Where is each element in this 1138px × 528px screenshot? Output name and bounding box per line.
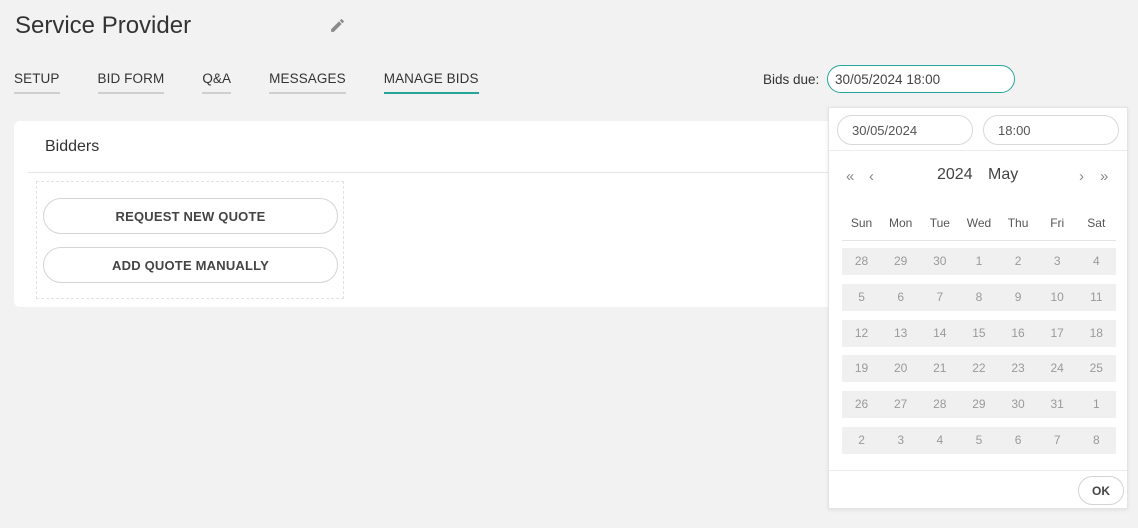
- calendar-day[interactable]: 16: [999, 320, 1038, 347]
- calendar-day[interactable]: 11: [1077, 284, 1116, 311]
- next-year-icon[interactable]: »: [1100, 168, 1108, 185]
- calendar-day[interactable]: 28: [842, 248, 881, 275]
- weekday-label: Wed: [966, 216, 992, 230]
- calendar-day[interactable]: 3: [881, 427, 920, 454]
- weekday-label: Mon: [889, 216, 913, 230]
- calendar-week: 5 6 7 8 9 10 11: [842, 283, 1116, 311]
- calendar-week: 26 27 28 29 30 31 1: [842, 391, 1116, 419]
- calendar-week: 19 20 21 22 23 24 25: [842, 355, 1116, 383]
- calendar-day[interactable]: 12: [842, 320, 881, 347]
- calendar-week: 12 13 14 15 16 17 18: [842, 319, 1116, 347]
- calendar-day[interactable]: 25: [1077, 355, 1116, 382]
- calendar-day[interactable]: 21: [920, 355, 959, 382]
- calendar-day[interactable]: 30: [920, 248, 959, 275]
- calendar-day[interactable]: 4: [920, 427, 959, 454]
- calendar-day[interactable]: 2: [842, 427, 881, 454]
- bids-due-input[interactable]: [827, 65, 1015, 93]
- calendar-day[interactable]: 1: [959, 248, 998, 275]
- bids-due-label: Bids due:: [763, 72, 820, 87]
- calendar-day[interactable]: 30: [999, 391, 1038, 418]
- pencil-icon[interactable]: [329, 17, 346, 34]
- calendar-day[interactable]: 8: [1077, 427, 1116, 454]
- request-new-quote-button[interactable]: REQUEST NEW QUOTE: [43, 198, 338, 234]
- picker-time-input[interactable]: [983, 115, 1119, 145]
- tab-manage-bids[interactable]: MANAGE BIDS: [383, 71, 479, 94]
- tab-bid-form[interactable]: BID FORM: [97, 71, 165, 94]
- tab-setup[interactable]: SETUP: [14, 71, 60, 94]
- calendar-day[interactable]: 18: [1077, 320, 1116, 347]
- ok-button[interactable]: OK: [1078, 476, 1124, 505]
- card-divider: [28, 172, 854, 173]
- calendar-day[interactable]: 5: [842, 284, 881, 311]
- calendar-day[interactable]: 31: [1038, 391, 1077, 418]
- add-quote-manually-button[interactable]: ADD QUOTE MANUALLY: [43, 247, 338, 283]
- page-title: Service Provider: [15, 12, 192, 39]
- calendar-day[interactable]: 7: [1038, 427, 1077, 454]
- calendar-day[interactable]: 1: [1077, 391, 1116, 418]
- calendar-day[interactable]: 23: [999, 355, 1038, 382]
- picker-date-input[interactable]: [837, 115, 973, 145]
- calendar-day[interactable]: 2: [999, 248, 1038, 275]
- calendar-week: 28 29 30 1 2 3 4: [842, 248, 1116, 275]
- weekday-label: Thu: [1007, 216, 1029, 230]
- bidders-card: Bidders REQUEST NEW QUOTE ADD QUOTE MANU…: [14, 121, 854, 307]
- calendar-day[interactable]: 14: [920, 320, 959, 347]
- calendar-day[interactable]: 20: [881, 355, 920, 382]
- tab-messages[interactable]: MESSAGES: [269, 71, 346, 94]
- calendar-day[interactable]: 8: [959, 284, 998, 311]
- picker-month[interactable]: May: [988, 166, 1018, 184]
- picker-year[interactable]: 2024: [937, 166, 973, 184]
- weekday-label: Sun: [850, 216, 873, 230]
- calendar-day[interactable]: 27: [881, 391, 920, 418]
- tab-qa[interactable]: Q&A: [202, 71, 232, 94]
- calendar-day[interactable]: 29: [959, 391, 998, 418]
- calendar-day[interactable]: 9: [999, 284, 1038, 311]
- calendar-day[interactable]: 17: [1038, 320, 1077, 347]
- picker-footer-divider: [829, 470, 1127, 471]
- quote-actions: REQUEST NEW QUOTE ADD QUOTE MANUALLY: [36, 181, 344, 299]
- next-month-icon[interactable]: ›: [1079, 168, 1084, 185]
- weekday-divider: [842, 240, 1116, 241]
- weekday-label: Tue: [929, 216, 950, 230]
- calendar-day[interactable]: 3: [1038, 248, 1077, 275]
- calendar-day[interactable]: 29: [881, 248, 920, 275]
- calendar-day[interactable]: 10: [1038, 284, 1077, 311]
- prev-year-icon[interactable]: «: [846, 168, 854, 185]
- calendar-day[interactable]: 28: [920, 391, 959, 418]
- calendar-day[interactable]: 5: [959, 427, 998, 454]
- calendar-day[interactable]: 19: [842, 355, 881, 382]
- calendar-day[interactable]: 6: [999, 427, 1038, 454]
- tab-bar: SETUP BID FORM Q&A MESSAGES MANAGE BIDS: [14, 71, 517, 94]
- prev-month-icon[interactable]: ‹: [869, 168, 874, 185]
- calendar-day[interactable]: 15: [959, 320, 998, 347]
- calendar-day[interactable]: 22: [959, 355, 998, 382]
- picker-divider: [829, 150, 1127, 151]
- calendar-day[interactable]: 6: [881, 284, 920, 311]
- calendar-day[interactable]: 26: [842, 391, 881, 418]
- calendar-day[interactable]: 24: [1038, 355, 1077, 382]
- calendar-week: 2345678: [842, 426, 1116, 454]
- calendar-grid: 28 29 30 1 2 3 4 5 6 7 8 9 10 11 12 13 14 15 16 17 18 19 20 21 2…: [842, 248, 1116, 463]
- calendar-day[interactable]: 13: [881, 320, 920, 347]
- weekday-header: Sun Mon Tue Wed Thu Fri Sat: [842, 216, 1116, 230]
- calendar-day[interactable]: 4: [1077, 248, 1116, 275]
- weekday-label: Fri: [1050, 216, 1065, 230]
- calendar-day[interactable]: 7: [920, 284, 959, 311]
- date-time-picker: « ‹ 2024 May › » Sun Mon Tue Wed Thu Fri…: [828, 107, 1128, 509]
- bidders-title: Bidders: [45, 138, 100, 155]
- weekday-label: Sat: [1087, 216, 1106, 230]
